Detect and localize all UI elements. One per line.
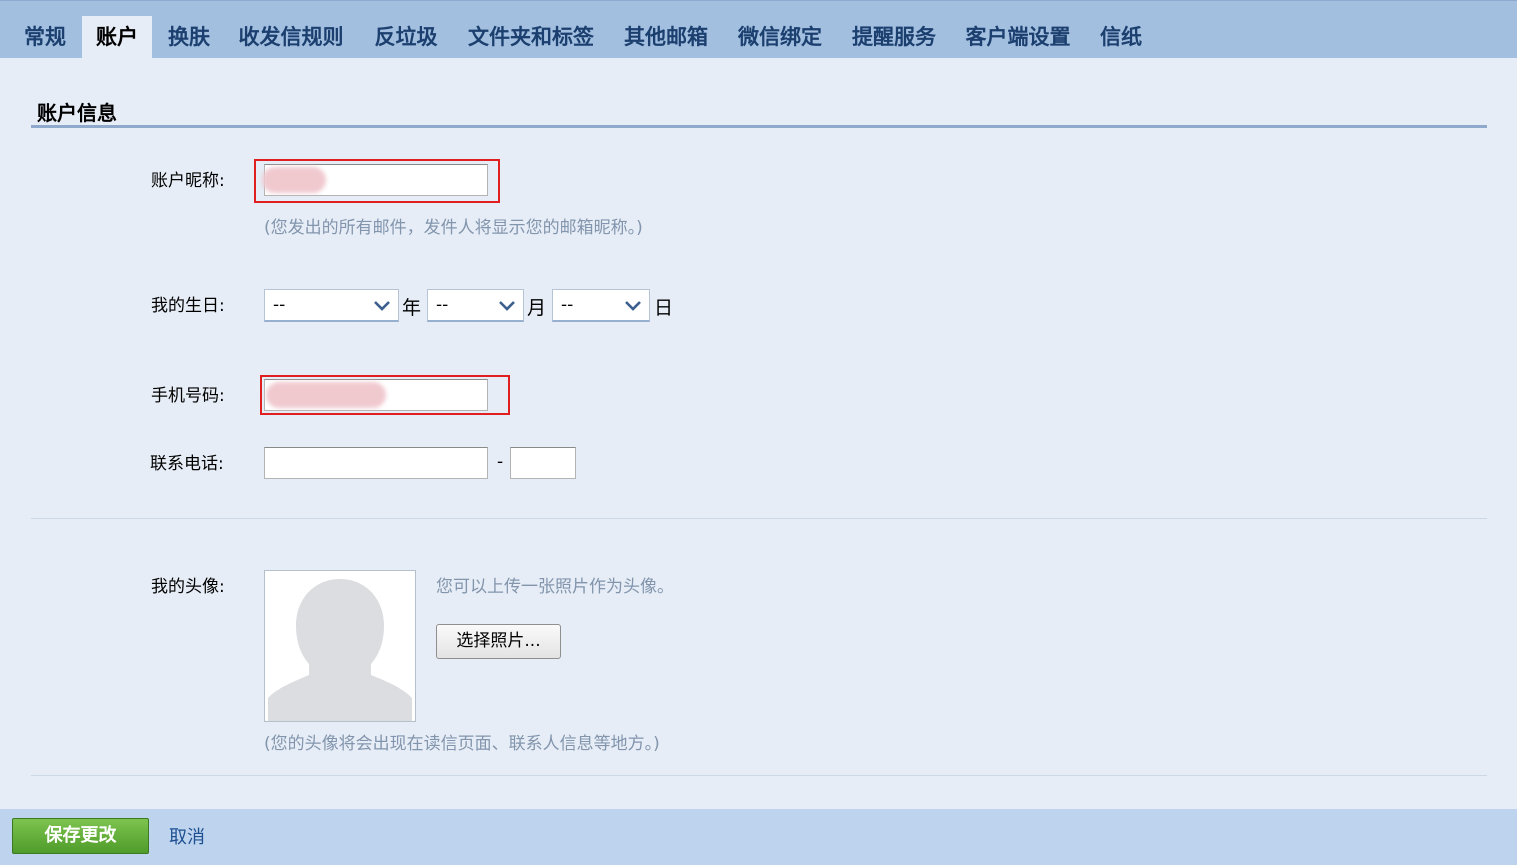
cancel-link[interactable]: 取消 [169, 823, 205, 849]
tab-general[interactable]: 常规 [14, 16, 76, 59]
avatar-description: 您可以上传一张照片作为头像。 [436, 577, 674, 597]
phone-label: 联系电话: [150, 454, 224, 474]
day-unit: 日 [654, 297, 674, 319]
section-title: 账户信息 [37, 101, 117, 125]
chevron-down-icon [374, 301, 390, 311]
redacted-mobile [266, 382, 386, 408]
birthday-label: 我的生日: [151, 296, 225, 316]
birth-year-value: -- [273, 295, 286, 315]
mobile-label: 手机号码: [151, 386, 225, 406]
tab-reminder-service[interactable]: 提醒服务 [842, 16, 946, 59]
save-changes-button[interactable]: 保存更改 [12, 818, 149, 854]
choose-photo-button[interactable]: 选择照片... [436, 624, 561, 659]
settings-tab-bar: 常规 账户 换肤 收发信规则 反垃圾 文件夹和标签 其他邮箱 微信绑定 提醒服务… [0, 0, 1517, 59]
tab-stationery[interactable]: 信纸 [1090, 16, 1152, 59]
tab-client-settings[interactable]: 客户端设置 [956, 16, 1080, 59]
chevron-down-icon [499, 301, 515, 311]
birth-day-value: -- [561, 295, 574, 315]
redacted-nickname [262, 167, 326, 193]
birth-month-value: -- [436, 295, 449, 315]
nickname-label: 账户昵称: [151, 171, 225, 191]
section-title-rule [31, 125, 1487, 128]
footer-bar [0, 809, 1517, 865]
avatar [264, 570, 416, 722]
tab-folders-labels[interactable]: 文件夹和标签 [458, 16, 604, 59]
avatar-placeholder-icon [268, 579, 412, 721]
nickname-hint: (您发出的所有邮件，发件人将显示您的邮箱昵称。) [264, 218, 643, 238]
birth-year-select[interactable]: -- [264, 289, 399, 322]
tab-mail-rules[interactable]: 收发信规则 [228, 16, 354, 59]
avatar-hint: (您的头像将会出现在读信页面、联系人信息等地方。) [264, 734, 660, 754]
settings-page: 常规 账户 换肤 收发信规则 反垃圾 文件夹和标签 其他邮箱 微信绑定 提醒服务… [0, 0, 1517, 865]
divider [31, 518, 1487, 519]
tab-skin[interactable]: 换肤 [158, 16, 220, 59]
tab-anti-spam[interactable]: 反垃圾 [364, 16, 448, 59]
tab-other-mailboxes[interactable]: 其他邮箱 [614, 16, 718, 59]
phone-dash: - [497, 452, 504, 472]
birth-month-select[interactable]: -- [427, 289, 524, 322]
birth-day-select[interactable]: -- [552, 289, 650, 322]
month-unit: 月 [527, 297, 547, 319]
phone-extension-input[interactable] [510, 447, 576, 479]
avatar-label: 我的头像: [151, 577, 225, 597]
tab-wechat-binding[interactable]: 微信绑定 [728, 16, 832, 59]
divider [31, 775, 1487, 776]
chevron-down-icon [625, 301, 641, 311]
phone-main-input[interactable] [264, 447, 488, 479]
year-unit: 年 [402, 297, 422, 319]
tab-account[interactable]: 账户 [82, 16, 152, 59]
